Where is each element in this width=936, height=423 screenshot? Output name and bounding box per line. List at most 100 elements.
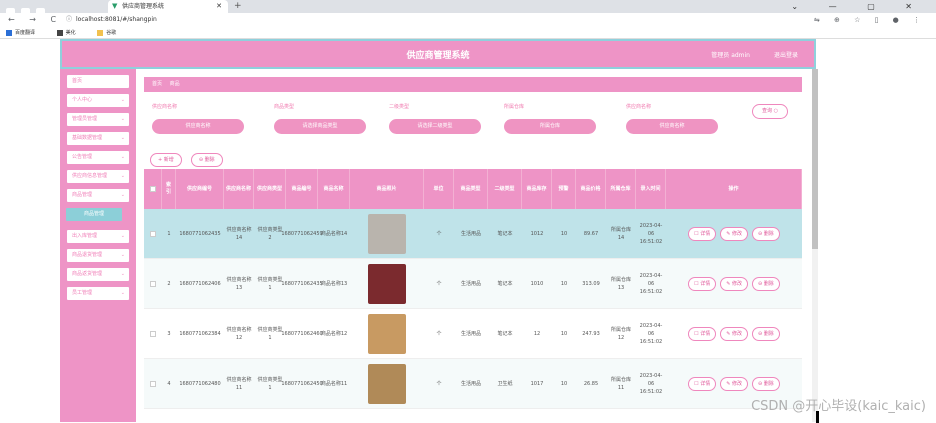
table-row[interactable]: 1 1680771062435 供应商名称14 供应商类型2 1680771062459…: [144, 209, 802, 259]
text-cursor: [816, 411, 819, 423]
column-header: 预警: [552, 169, 576, 209]
window-controls[interactable]: ⌄ — ▢ ✕: [791, 0, 926, 13]
chevron-down-icon: ⌄: [120, 271, 125, 277]
delete-button[interactable]: ⊖ 删除: [752, 327, 780, 341]
delete-button[interactable]: ⊖ 删除: [752, 227, 780, 241]
cell-price: 313.09: [582, 281, 600, 287]
detail-button[interactable]: ☐ 详情: [688, 377, 717, 391]
cell-stock: 1012: [530, 231, 544, 237]
info-icon: ⓘ: [66, 16, 73, 23]
sidebar-item-label: 供应商信息管理: [72, 173, 108, 179]
chevron-down-icon: ⌄: [120, 135, 125, 141]
bookmarks-bar: 百度翻译 美化 谷歌: [0, 27, 936, 39]
filter-input[interactable]: 所属仓库: [504, 119, 596, 134]
sidebar-item[interactable]: 公告管理 ⌄: [67, 151, 129, 164]
nav-buttons-icon[interactable]: ← → C: [8, 13, 62, 27]
cell-supplier-name: 供应商名称11: [226, 377, 252, 391]
filter-input[interactable]: 供应商名称: [626, 119, 718, 134]
scrollbar-thumb[interactable]: [812, 69, 818, 249]
cell-supplier-no: 1680771062406: [179, 281, 221, 287]
photo-cell: [350, 209, 424, 259]
table-row[interactable]: 2 1680771062406 供应商名称13 供应商类型1 1680771062435…: [144, 259, 802, 309]
sidebar-item[interactable]: 个人中心 ⌄: [67, 94, 129, 107]
edit-button[interactable]: ✎ 修改: [720, 227, 749, 241]
row-checkbox[interactable]: [150, 231, 156, 237]
tab-close-icon[interactable]: ✕: [216, 0, 222, 13]
column-header: 供应商名称: [224, 169, 254, 209]
cell-supplier-name: 供应商名称13: [226, 277, 252, 291]
cell-idx: 4: [167, 381, 171, 387]
breadcrumb-home[interactable]: 首页: [152, 81, 162, 87]
delete-button[interactable]: ⊖ 删除: [752, 277, 780, 291]
table-body: 1 1680771062435 供应商名称14 供应商类型2 1680771062459…: [144, 209, 802, 409]
browser-tab[interactable]: ▼ 供应商管理系统 ✕: [108, 0, 228, 13]
detail-button[interactable]: ☐ 详情: [688, 277, 717, 291]
bookmark-item[interactable]: 谷歌: [97, 29, 126, 36]
row-checkbox-cell: [144, 309, 162, 359]
cell-unit: 个: [436, 381, 442, 387]
sidebar-item-label: 员工管理: [72, 290, 93, 296]
column-header: 操作: [666, 169, 802, 209]
app-title: 供应商管理系统: [406, 51, 470, 61]
sidebar-item[interactable]: 商品返货管理 ⌄: [67, 268, 129, 281]
detail-button[interactable]: ☐ 详情: [688, 227, 717, 241]
sidebar-item[interactable]: 供应商信息管理 ⌄: [67, 170, 129, 183]
filter-input[interactable]: 供应商名称: [152, 119, 244, 134]
column-header: 商品名称: [318, 169, 350, 209]
cell-time: 2023-04-06 16:51:02: [639, 273, 663, 295]
row-checkbox-cell: [144, 209, 162, 259]
sidebar-item[interactable]: 商品退货管理 ⌄: [67, 249, 129, 262]
url-field[interactable]: ⓘ localhost:8081/#/shangpin: [66, 13, 157, 27]
cell-goods-no: 1680771062459: [281, 231, 323, 237]
search-button[interactable]: 查询 ○: [752, 104, 788, 119]
cell-price: 247.93: [582, 331, 600, 337]
cell-unit: 个: [436, 231, 442, 237]
bookmark-item[interactable]: 百度翻译: [6, 29, 45, 36]
filter-input[interactable]: 请选择商品类型: [274, 119, 366, 134]
column-header: 单位: [424, 169, 454, 209]
sidebar: 首页 个人中心 ⌄ 管理员管理 ⌄ 基础数据管理 ⌄ 公告管理 ⌄ 供应商信息管理 ⌄ 商品管理 ⌄ 商品…: [60, 69, 136, 422]
url-text: localhost:8081/#/shangpin: [76, 16, 157, 23]
cell-stock: 1010: [530, 281, 544, 287]
sidebar-item[interactable]: 出入库管理 ⌄: [67, 230, 129, 243]
cell-stock: 12: [533, 331, 541, 337]
breadcrumb-current: 商品: [169, 81, 180, 87]
row-checkbox[interactable]: [150, 381, 156, 387]
select-all-checkbox[interactable]: [144, 169, 162, 209]
delete-button[interactable]: ⊖ 删除: [752, 377, 780, 391]
checkbox[interactable]: [149, 186, 156, 192]
row-checkbox[interactable]: [150, 281, 156, 287]
bookmark-item[interactable]: 美化: [56, 29, 86, 36]
photo-cell: [350, 259, 424, 309]
browser-toolbar-icons[interactable]: ⇋ ⊕ ☆ ▯ ● ⋮: [814, 13, 926, 27]
cell-warehouse: 所属仓库14: [610, 227, 631, 241]
sidebar-item[interactable]: 管理员管理 ⌄: [67, 113, 129, 126]
table-row[interactable]: 3 1680771062384 供应商名称12 供应商类型1 1680771062460…: [144, 309, 802, 359]
bookmark-label: 美化: [65, 30, 76, 36]
watermark: CSDN @开心毕设(kaic_kaic): [751, 399, 926, 414]
sidebar-item[interactable]: 商品管理 ⌄: [67, 189, 129, 202]
bookmark-label: 百度翻译: [15, 30, 36, 36]
column-header: 录入时间: [636, 169, 666, 209]
cell-stock: 1017: [530, 381, 544, 387]
photo-cell: [350, 359, 424, 409]
add-button[interactable]: + 新增: [150, 153, 182, 167]
table-row[interactable]: 4 1680771062480 供应商名称11 供应商类型1 1680771062450…: [144, 359, 802, 409]
sidebar-item-label: 公告管理: [72, 154, 93, 160]
row-checkbox[interactable]: [150, 331, 156, 337]
edit-button[interactable]: ✎ 修改: [720, 277, 749, 291]
sidebar-item[interactable]: 首页: [67, 75, 129, 88]
filter-bar: 查询 ○ 供应商名称 供应商名称 商品类型 请选择商品类型 二级类型 请选择二级类型 所属仓…: [144, 103, 802, 141]
new-tab-icon[interactable]: +: [234, 0, 242, 13]
sidebar-item[interactable]: 基础数据管理 ⌄: [67, 132, 129, 145]
sidebar-item[interactable]: 员工管理 ⌄: [67, 287, 129, 300]
cell-sub-type: 笔记本: [497, 231, 513, 237]
filter-input[interactable]: 请选择二级类型: [389, 119, 481, 134]
batch-delete-button[interactable]: ⊖ 删除: [190, 153, 223, 167]
edit-button[interactable]: ✎ 修改: [720, 327, 749, 341]
detail-button[interactable]: ☐ 详情: [688, 327, 717, 341]
sidebar-item[interactable]: 商品管理: [66, 208, 122, 221]
logout-link[interactable]: 退出登录: [774, 50, 798, 59]
filter-label: 二级类型: [389, 104, 410, 110]
edit-button[interactable]: ✎ 修改: [720, 377, 749, 391]
